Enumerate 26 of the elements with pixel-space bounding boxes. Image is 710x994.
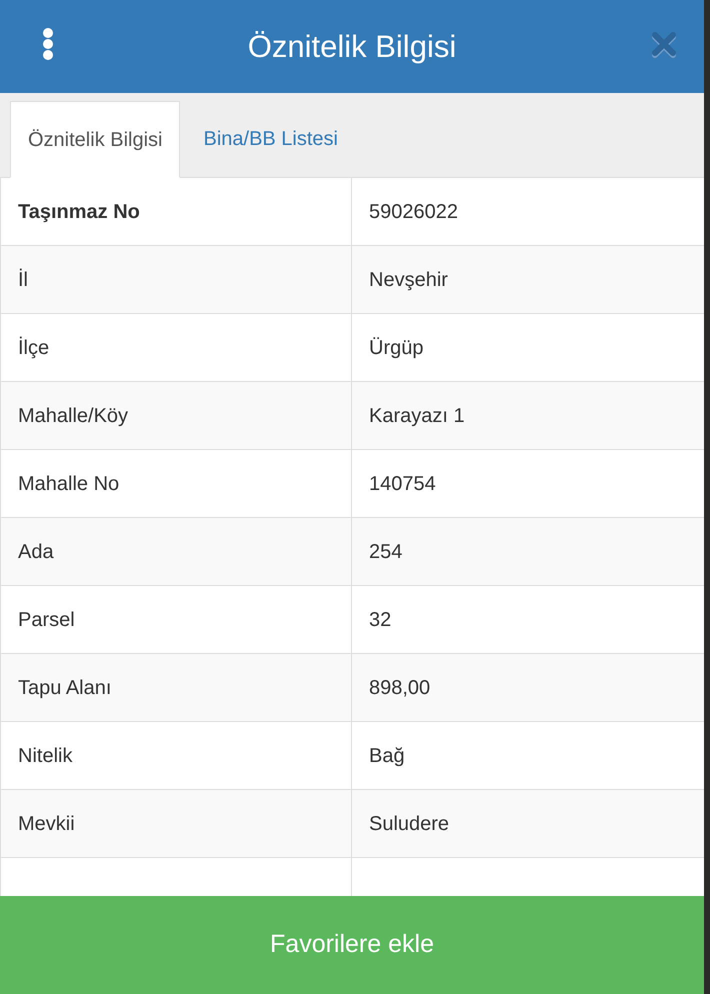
table-cell-text: Karayazı 1 <box>368 404 466 428</box>
close-icon <box>651 31 677 59</box>
table-cell-text: Ürgüp <box>368 336 424 360</box>
table-cell-text: 59026022 <box>368 200 459 224</box>
table-cell-text: Suludere <box>368 812 450 836</box>
table-cell: Ada <box>0 518 352 585</box>
tab[interactable]: Öznitelik Bilgisi <box>10 101 180 178</box>
table-cell: İl <box>0 246 352 313</box>
table-cell: Tapu Alanı <box>0 654 352 721</box>
table-cell: Parsel <box>0 586 352 653</box>
table-cell: Mahalle/Köy <box>0 382 352 449</box>
add-to-favorites-button[interactable]: Favorilere ekle <box>0 896 704 994</box>
table-cell-text: 32 <box>368 608 392 632</box>
table-cell-text: 898,00 <box>368 676 432 700</box>
tab[interactable]: Bina/BB Listesi <box>180 100 361 177</box>
kebab-menu-icon <box>42 27 54 61</box>
table-cell-text: Nevşehir <box>368 268 449 292</box>
table-cell: Mahalle No <box>0 450 352 517</box>
table-cell-text: Bağ <box>368 744 406 768</box>
table-cell: Mevkii <box>0 790 352 857</box>
table-cell: İlçe <box>0 314 352 381</box>
table-cell: Taşınmaz No <box>0 178 352 245</box>
table-cell: Nitelik <box>0 722 352 789</box>
table-cell-text: 140754 <box>368 472 437 496</box>
window-title: Öznitelik Bilgisi <box>248 31 456 62</box>
table-cell-text: 254 <box>368 540 404 564</box>
